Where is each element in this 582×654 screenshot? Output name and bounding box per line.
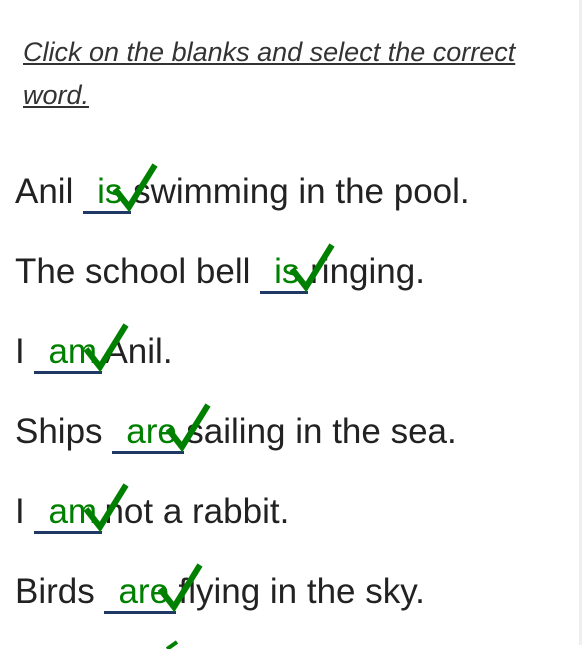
sentence-1: Anil is swimming in the pool.	[15, 163, 470, 218]
sentence-5: I am not a rabbit.	[15, 483, 290, 538]
sentence-3: I am Anil.	[15, 323, 173, 378]
selected-word: am	[48, 492, 98, 531]
selected-word: are	[118, 572, 170, 611]
answer-blank[interactable]: are	[104, 563, 204, 614]
selected-word: is	[274, 252, 300, 291]
check-mark-icon	[165, 636, 187, 651]
sentence-text-before: Birds	[15, 572, 105, 611]
sentence-2: The school bell is ringing.	[15, 243, 425, 298]
sentence-6: Birds are flying in the sky.	[15, 563, 425, 618]
answer-blank[interactable]: is	[83, 163, 158, 214]
sentence-text-before: Ships	[15, 412, 113, 451]
sentence-text-after: not a rabbit.	[104, 492, 290, 531]
sentence-text-after: swimming in the pool.	[133, 172, 470, 211]
sentence-4: Ships are sailing in the sea.	[15, 403, 457, 458]
sentence-text-before: I	[15, 332, 35, 371]
sentence-text-before: Anil	[15, 172, 84, 211]
sentence-text-before: I	[15, 492, 35, 531]
answer-blank[interactable]: am	[34, 323, 130, 374]
sentence-text-after: ringing.	[310, 252, 425, 291]
answer-blank[interactable]: is	[260, 243, 335, 294]
sentence-text-after: Anil.	[104, 332, 173, 371]
instruction-text: Click on the blanks and select the corre…	[23, 37, 516, 110]
sentence-text-after: sailing in the sea.	[186, 412, 457, 451]
sentence-text-before: The school bell	[15, 252, 261, 291]
selected-word: are	[126, 412, 177, 451]
selected-word: is	[97, 172, 123, 211]
answer-blank[interactable]: are	[112, 403, 211, 454]
sentence-text-after: flying in the sky.	[178, 572, 425, 611]
answer-blank[interactable]: am	[34, 483, 130, 534]
selected-word: am	[48, 332, 98, 371]
